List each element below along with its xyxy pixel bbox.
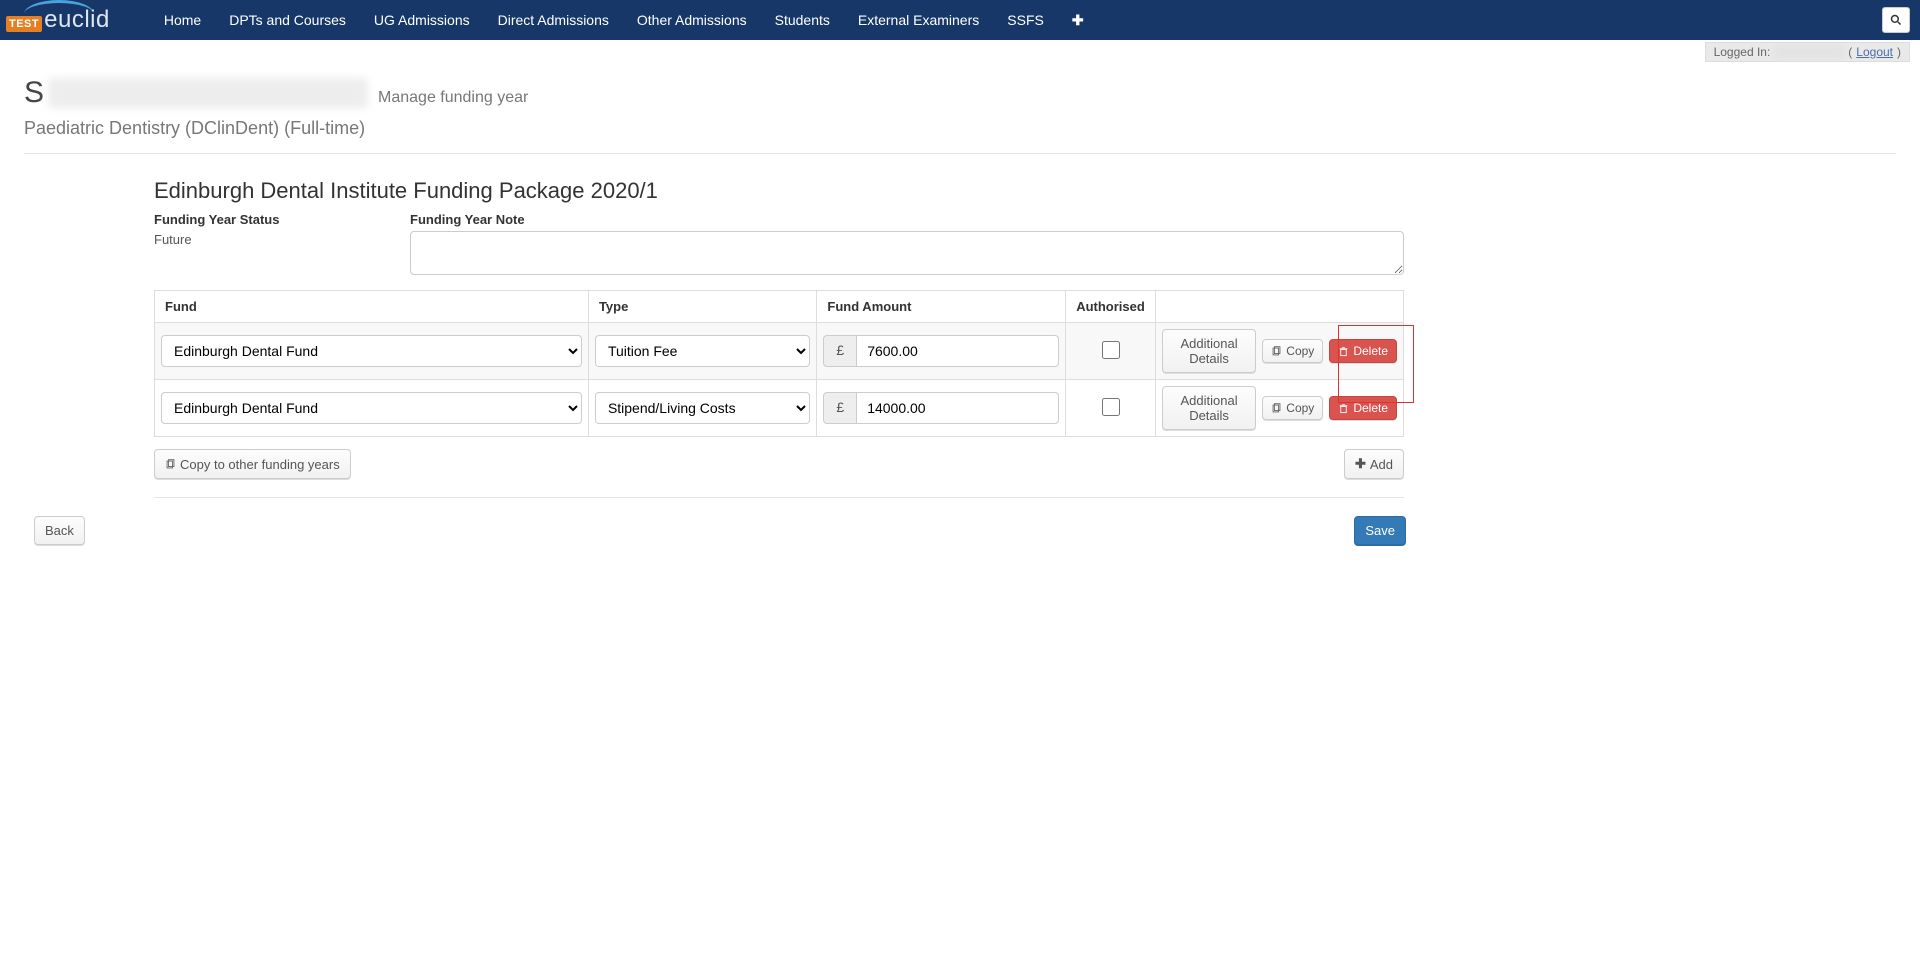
amount-input[interactable] bbox=[856, 335, 1059, 367]
copy-row-button[interactable]: Copy bbox=[1262, 396, 1323, 420]
copy-icon bbox=[165, 459, 176, 470]
page-title-row: S Manage funding year bbox=[24, 76, 1896, 110]
search-button[interactable] bbox=[1882, 7, 1910, 33]
col-amount: Fund Amount bbox=[817, 291, 1066, 323]
table-row: Edinburgh Dental Fund Stipend/Living Cos… bbox=[155, 380, 1404, 437]
student-heading: S bbox=[24, 76, 368, 110]
divider bbox=[154, 497, 1404, 498]
logo-env-badge: TEST bbox=[6, 16, 42, 32]
login-prefix: Logged In: bbox=[1714, 45, 1771, 59]
nav-direct-admissions[interactable]: Direct Admissions bbox=[484, 2, 623, 38]
copy-row-button[interactable]: Copy bbox=[1262, 339, 1323, 363]
back-button[interactable]: Back bbox=[34, 516, 85, 545]
page-body: S Manage funding year Paediatric Dentist… bbox=[0, 62, 1920, 599]
nav-ssfs[interactable]: SSFS bbox=[993, 2, 1058, 38]
type-select[interactable]: Stipend/Living Costs bbox=[595, 392, 810, 424]
col-authorised: Authorised bbox=[1066, 291, 1156, 323]
package-title: Edinburgh Dental Institute Funding Packa… bbox=[154, 178, 1404, 204]
copy-icon bbox=[1271, 346, 1282, 357]
authorised-checkbox[interactable] bbox=[1102, 341, 1120, 359]
col-actions bbox=[1155, 291, 1403, 323]
col-type: Type bbox=[588, 291, 816, 323]
col-fund: Fund bbox=[155, 291, 589, 323]
nav-students[interactable]: Students bbox=[761, 2, 844, 38]
amount-input[interactable] bbox=[856, 392, 1059, 424]
status-value: Future bbox=[154, 232, 192, 247]
student-name-redacted bbox=[48, 78, 368, 108]
nav-add-icon[interactable]: ✚ bbox=[1058, 2, 1098, 39]
login-box: Logged In: (Logout) bbox=[1705, 42, 1910, 62]
top-navbar: TEST euclid Home DPTs and Courses UG Adm… bbox=[0, 0, 1920, 40]
page-subtitle: Manage funding year bbox=[378, 89, 528, 107]
login-username-redacted bbox=[1774, 46, 1844, 59]
add-row-button[interactable]: ✚ Add bbox=[1344, 449, 1404, 479]
currency-prefix: £ bbox=[823, 335, 856, 367]
fund-select[interactable]: Edinburgh Dental Fund bbox=[161, 392, 582, 424]
trash-icon bbox=[1338, 346, 1349, 357]
nav-items: Home DPTs and Courses UG Admissions Dire… bbox=[150, 2, 1098, 39]
nav-dpts-courses[interactable]: DPTs and Courses bbox=[215, 2, 360, 38]
status-label: Funding Year Status bbox=[154, 212, 410, 227]
divider bbox=[24, 153, 1896, 154]
type-select[interactable]: Tuition Fee bbox=[595, 335, 810, 367]
logo-text: euclid bbox=[44, 6, 110, 34]
save-button[interactable]: Save bbox=[1354, 516, 1406, 545]
additional-details-button[interactable]: Additional Details bbox=[1162, 386, 1256, 430]
nav-other-admissions[interactable]: Other Admissions bbox=[623, 2, 761, 38]
search-icon bbox=[1890, 14, 1902, 26]
funding-lines-table: Fund Type Fund Amount Authorised Edinbur… bbox=[154, 290, 1404, 437]
plus-icon: ✚ bbox=[1355, 456, 1366, 472]
app-logo: TEST euclid bbox=[6, 6, 110, 34]
funding-year-note-input[interactable] bbox=[410, 231, 1404, 275]
note-label: Funding Year Note bbox=[410, 212, 1404, 227]
trash-icon bbox=[1338, 403, 1349, 414]
table-row: Edinburgh Dental Fund Tuition Fee £ bbox=[155, 323, 1404, 380]
additional-details-button[interactable]: Additional Details bbox=[1162, 329, 1256, 373]
programme-name: Paediatric Dentistry (DClinDent) (Full-t… bbox=[24, 118, 1896, 139]
delete-row-button[interactable]: Delete bbox=[1329, 339, 1397, 363]
copy-to-other-years-button[interactable]: Copy to other funding years bbox=[154, 449, 351, 479]
student-id-prefix: S bbox=[24, 76, 44, 110]
logout-link[interactable]: Logout bbox=[1856, 45, 1893, 59]
currency-prefix: £ bbox=[823, 392, 856, 424]
nav-home[interactable]: Home bbox=[150, 2, 215, 38]
copy-icon bbox=[1271, 403, 1282, 414]
delete-row-button[interactable]: Delete bbox=[1329, 396, 1397, 420]
fund-select[interactable]: Edinburgh Dental Fund bbox=[161, 335, 582, 367]
nav-ug-admissions[interactable]: UG Admissions bbox=[360, 2, 484, 38]
authorised-checkbox[interactable] bbox=[1102, 398, 1120, 416]
nav-external-examiners[interactable]: External Examiners bbox=[844, 2, 993, 38]
login-status-bar: Logged In: (Logout) bbox=[0, 40, 1920, 62]
funding-package-panel: Edinburgh Dental Institute Funding Packa… bbox=[154, 178, 1404, 585]
